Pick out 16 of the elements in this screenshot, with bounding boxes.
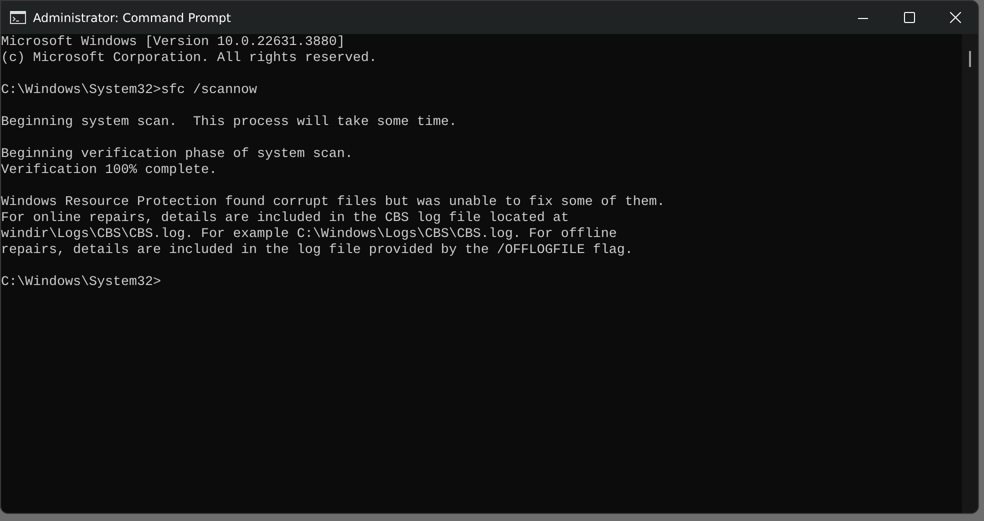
terminal-icon (10, 11, 26, 24)
console-line: (c) Microsoft Corporation. All rights reserved. (1, 51, 377, 67)
console-line: repairs, details are included in the log file provided by the /OFFLOGFILE flag. (1, 243, 633, 259)
window-title: Administrator: Command Prompt (33, 10, 231, 24)
close-icon (950, 12, 960, 23)
scrollbar[interactable] (962, 34, 978, 513)
console-line: For online repairs, details are included in the CBS log file located at (1, 211, 569, 227)
console-line: Verification 100% complete. (1, 163, 217, 179)
console-line: C:\Windows\System32>sfc /scannow (1, 83, 257, 99)
console-line: Beginning verification phase of system scan. (1, 147, 353, 163)
console-line: windir\Logs\CBS\CBS.log. For example C:\Windows\Logs\CBS\CBS.log. For offline (1, 227, 617, 243)
console-line: Windows Resource Protection found corrupt files but was unable to fix some of them. (1, 195, 665, 211)
console-line: C:\Windows\System32> (1, 275, 161, 291)
console-line: Beginning system scan. This process will take some time. (1, 115, 457, 131)
maximize-icon (904, 12, 914, 23)
console-line: Microsoft Windows [Version 10.0.22631.3880] (1, 35, 345, 51)
